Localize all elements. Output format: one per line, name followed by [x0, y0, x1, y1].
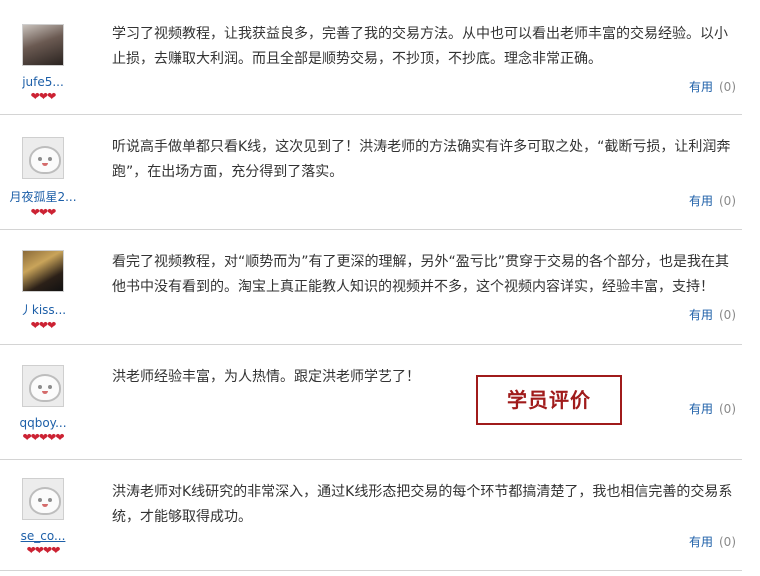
heart-rating-icon: ❤❤❤❤❤: [22, 431, 64, 444]
reviewer: se_co... ❤❤❤❤: [0, 478, 86, 556]
username-link[interactable]: 丿kiss...: [0, 301, 86, 318]
helpful-link[interactable]: 有用: [689, 194, 713, 208]
reviewer: 丿kiss... ❤❤❤: [0, 250, 86, 331]
review-item: 月夜孤星2... ❤❤❤ 听说高手做单都只看K线，这次见到了！洪涛老师的方法确实…: [0, 115, 742, 230]
heart-rating-icon: ❤❤❤: [30, 90, 57, 103]
helpful-count: (0): [719, 194, 736, 208]
helpful-vote: 有用 (0): [689, 306, 736, 323]
helpful-link[interactable]: 有用: [689, 535, 713, 549]
helpful-link[interactable]: 有用: [689, 402, 713, 416]
reviewer: 月夜孤星2... ❤❤❤: [0, 137, 86, 218]
reviewer: qqboy... ❤❤❤❤❤: [0, 365, 86, 443]
avatar[interactable]: [22, 24, 64, 66]
review-text: 学习了视频教程，让我获益良多，完善了我的交易方法。从中也可以看出老师丰富的交易经…: [112, 26, 728, 67]
helpful-count: (0): [719, 308, 736, 322]
student-review-stamp: 学员评价: [476, 375, 622, 425]
review-text: 看完了视频教程，对“顺势而为”有了更深的理解，另外“盈亏比”贯穿于交易的各个部分…: [112, 254, 730, 295]
helpful-vote: 有用 (0): [689, 400, 736, 417]
username-link[interactable]: 月夜孤星2...: [0, 188, 86, 205]
review-text: 洪老师经验丰富，为人热情。跟定洪老师学艺了！: [112, 369, 420, 385]
heart-rating-icon: ❤❤❤: [30, 319, 57, 332]
review-text: 听说高手做单都只看K线，这次见到了！洪涛老师的方法确实有许多可取之处，“截断亏损…: [112, 139, 731, 180]
default-avatar-icon: [29, 374, 61, 402]
avatar[interactable]: [22, 365, 64, 407]
helpful-link[interactable]: 有用: [689, 80, 713, 94]
review-item: jufe5... ❤❤❤ 学习了视频教程，让我获益良多，完善了我的交易方法。从中…: [0, 0, 742, 115]
review-item: qqboy... ❤❤❤❤❤ 洪老师经验丰富，为人热情。跟定洪老师学艺了！ 有用…: [0, 345, 742, 460]
reviewer: jufe5... ❤❤❤: [0, 24, 86, 102]
heart-rating-icon: ❤❤❤❤: [26, 544, 61, 557]
username-link[interactable]: qqboy...: [0, 416, 86, 430]
avatar[interactable]: [22, 250, 64, 292]
helpful-count: (0): [719, 80, 736, 94]
default-avatar-icon: [29, 146, 61, 174]
avatar[interactable]: [22, 137, 64, 179]
review-item: se_co... ❤❤❤❤ 洪涛老师对K线研究的非常深入，通过K线形态把交易的每…: [0, 460, 742, 571]
review-item: 丿kiss... ❤❤❤ 看完了视频教程，对“顺势而为”有了更深的理解，另外“盈…: [0, 230, 742, 345]
avatar[interactable]: [22, 478, 64, 520]
review-text: 洪涛老师对K线研究的非常深入，通过K线形态把交易的每个环节都搞清楚了，我也相信完…: [112, 484, 733, 525]
username-link[interactable]: se_co...: [0, 529, 86, 543]
helpful-link[interactable]: 有用: [689, 308, 713, 322]
helpful-vote: 有用 (0): [689, 78, 736, 95]
helpful-vote: 有用 (0): [689, 192, 736, 209]
default-avatar-icon: [29, 487, 61, 515]
helpful-count: (0): [719, 535, 736, 549]
heart-rating-icon: ❤❤❤: [30, 206, 57, 219]
helpful-vote: 有用 (0): [689, 533, 736, 550]
helpful-count: (0): [719, 402, 736, 416]
username-link[interactable]: jufe5...: [0, 75, 86, 89]
